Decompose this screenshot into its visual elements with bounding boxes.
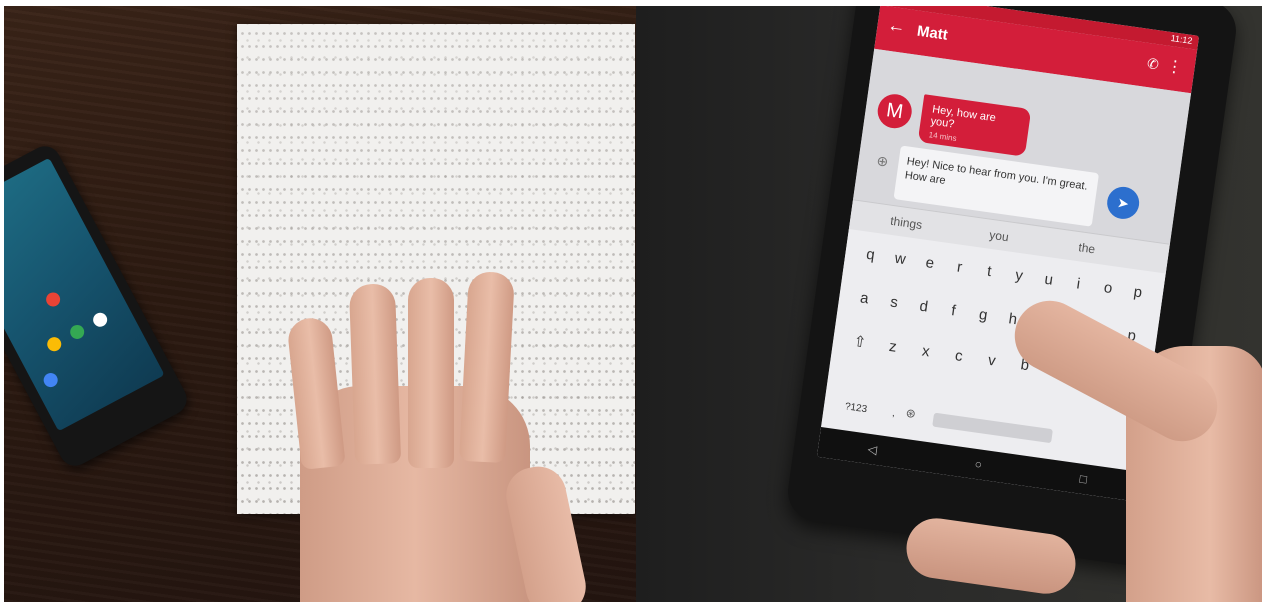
status-time: 11:12 xyxy=(1170,32,1194,46)
phone-photo: 11:12 ← Matt ✆ ⋮ M Hey, how are you? 14 … xyxy=(636,6,1262,602)
key[interactable]: p xyxy=(1124,274,1152,311)
hand-finger xyxy=(348,283,402,465)
braille-photo xyxy=(4,6,636,602)
key[interactable]: t xyxy=(975,253,1003,290)
contact-name: Matt xyxy=(915,22,949,44)
attachment-icon[interactable]: ⊕ xyxy=(875,152,890,170)
key[interactable]: i xyxy=(1064,266,1092,303)
back-icon[interactable]: ◁ xyxy=(867,442,878,457)
key[interactable]: q xyxy=(856,237,884,274)
holding-hand xyxy=(896,288,1262,602)
key[interactable]: y xyxy=(1005,258,1033,295)
key[interactable]: d xyxy=(909,289,937,326)
app-icon xyxy=(44,334,64,354)
shift-key[interactable]: ⇧ xyxy=(846,324,874,361)
photo-collage: 11:12 ← Matt ✆ ⋮ M Hey, how are you? 14 … xyxy=(0,0,1266,606)
key[interactable]: u xyxy=(1034,262,1062,299)
symbols-key[interactable]: ?123 xyxy=(836,389,876,428)
hand-finger xyxy=(902,514,1080,598)
key[interactable]: o xyxy=(1094,270,1122,307)
key[interactable]: r xyxy=(945,249,973,286)
key[interactable]: w xyxy=(886,241,914,278)
overflow-menu-icon[interactable]: ⋮ xyxy=(1165,56,1184,78)
suggestion-item[interactable]: things xyxy=(889,214,923,232)
back-arrow-icon[interactable]: ← xyxy=(886,14,907,37)
app-icon xyxy=(67,322,87,342)
app-icon xyxy=(41,370,61,390)
key[interactable]: e xyxy=(916,245,944,282)
hand-finger xyxy=(408,278,454,468)
suggestion-item[interactable]: the xyxy=(1078,240,1096,256)
key[interactable]: s xyxy=(880,284,908,321)
key[interactable]: f xyxy=(939,293,967,330)
app-icon xyxy=(43,289,63,309)
send-icon: ➤ xyxy=(1116,194,1131,212)
suggestion-item[interactable]: you xyxy=(988,228,1009,245)
app-icon xyxy=(90,310,110,330)
key[interactable]: a xyxy=(850,280,878,317)
phone-call-icon[interactable]: ✆ xyxy=(1146,55,1160,73)
